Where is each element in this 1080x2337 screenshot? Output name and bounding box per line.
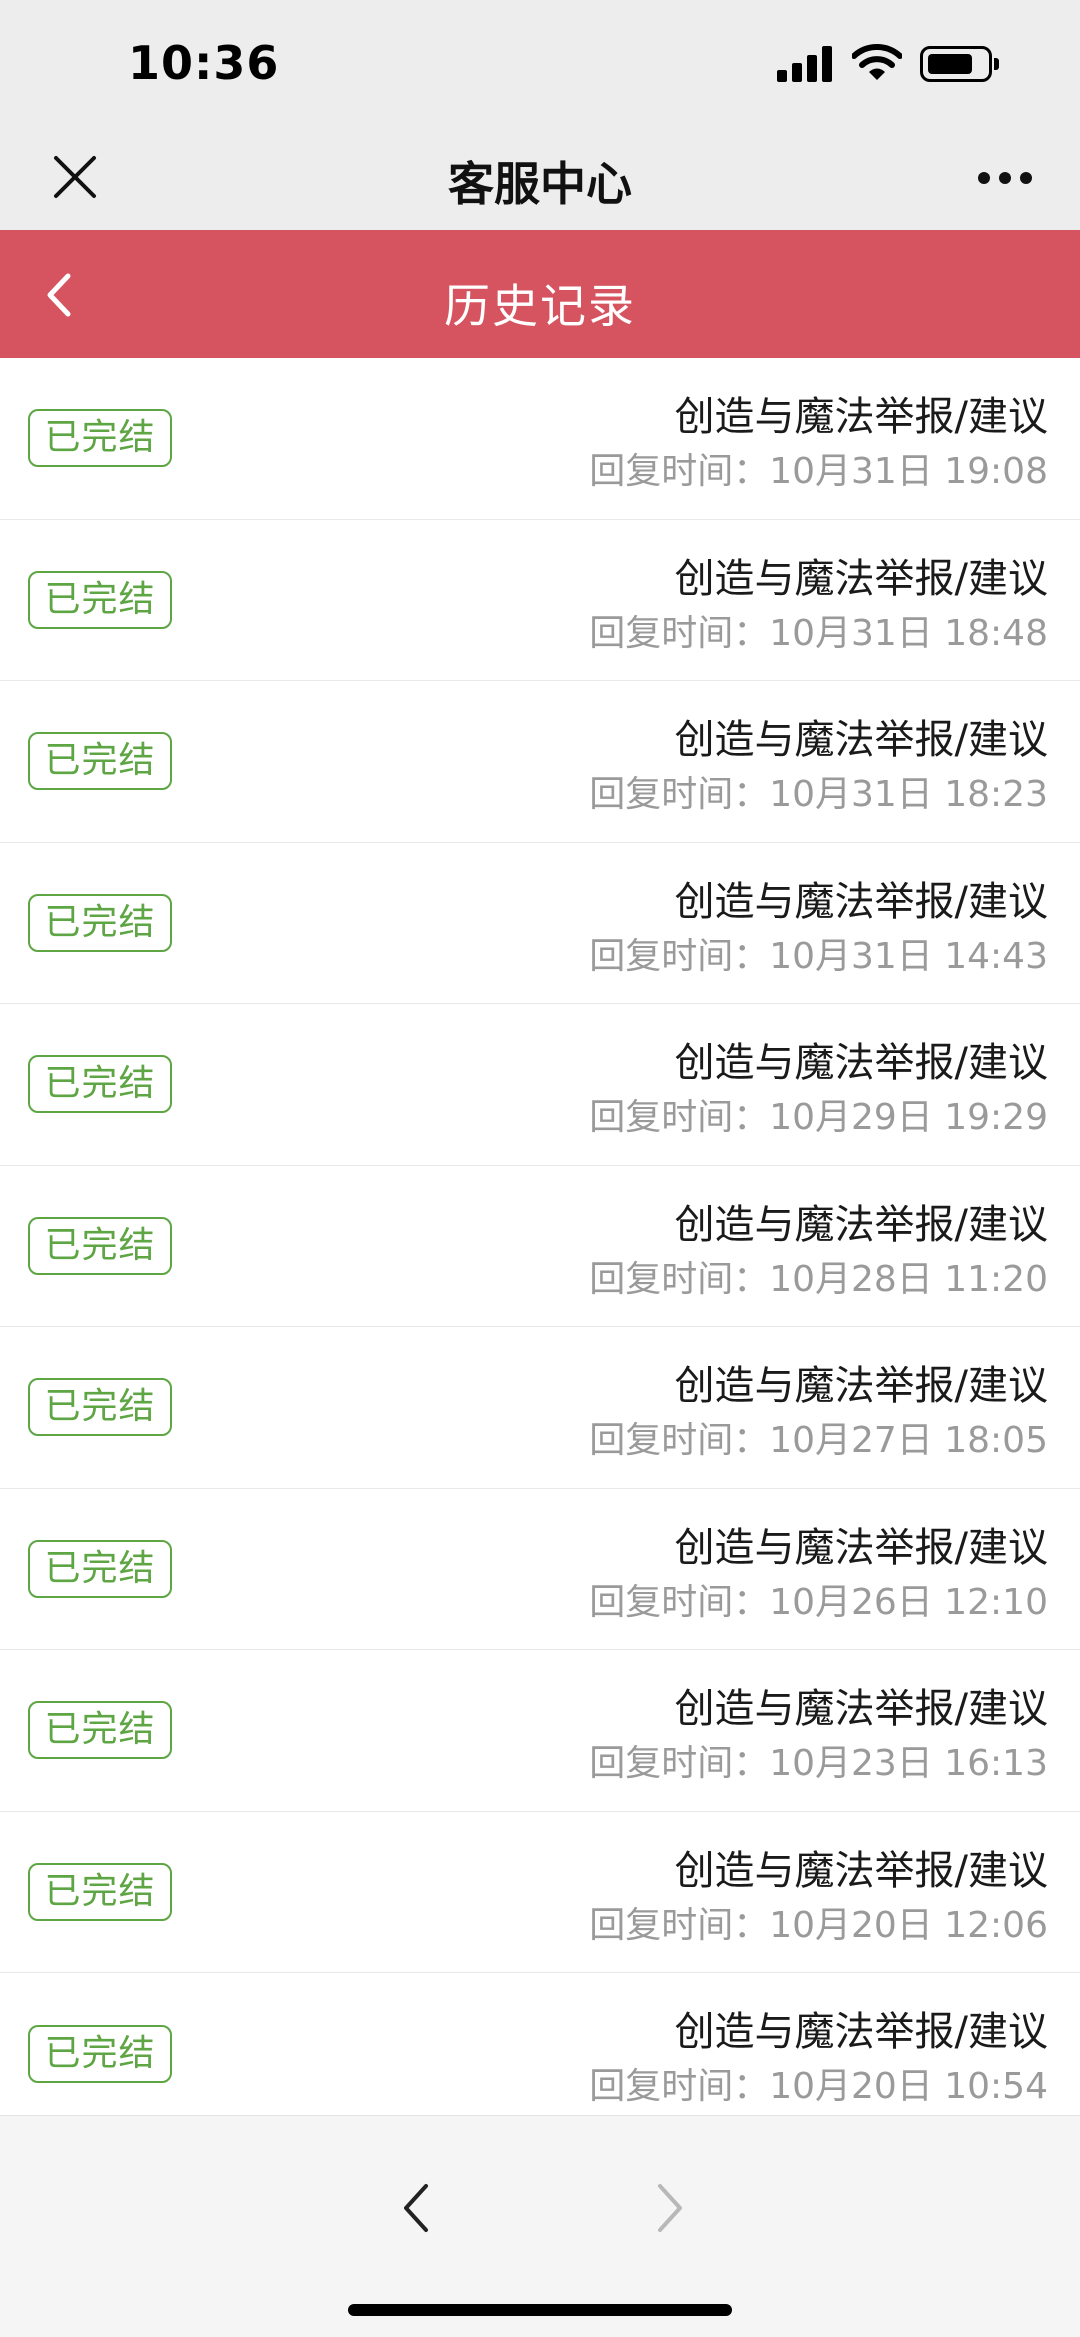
record-title: 创造与魔法举报/建议: [674, 878, 1048, 925]
list-item[interactable]: 已完结 创造与魔法举报/建议 回复时间：10月31日 19:08: [0, 358, 1080, 520]
record-title: 创造与魔法举报/建议: [674, 1847, 1048, 1894]
record-reply-time: 回复时间：10月20日 12:06: [589, 1904, 1048, 1946]
list-item[interactable]: 已完结 创造与魔法举报/建议 回复时间：10月31日 14:43: [0, 842, 1080, 1004]
page-title: 客服中心: [448, 157, 632, 211]
status-badge: 已完结: [28, 893, 172, 952]
screen: 10:36 客服中心 历史记录 已完结 创造与魔法举报/建议 回复时间：10月3…: [0, 0, 1080, 2337]
record-reply-time: 回复时间：10月27日 18:05: [589, 1420, 1048, 1461]
signal-icon: [777, 46, 835, 82]
record-title: 创造与魔法举报/建议: [674, 1040, 1048, 1086]
status-badge: 已完结: [28, 1539, 172, 1598]
list-item[interactable]: 已完结 创造与魔法举报/建议 回复时间：10月27日 18:05: [0, 1327, 1080, 1489]
wifi-icon: [852, 44, 902, 80]
history-title: 历史记录: [444, 279, 636, 333]
status-badge: 已完结: [28, 732, 172, 791]
nav-back-icon[interactable]: [396, 2178, 436, 2238]
home-indicator[interactable]: [348, 2304, 732, 2316]
record-title: 创造与魔法举报/建议: [674, 1363, 1048, 1409]
history-list: 已完结 创造与魔法举报/建议 回复时间：10月31日 19:08 已完结 创造与…: [0, 358, 1080, 2135]
record-reply-time: 回复时间：10月23日 16:13: [589, 1743, 1048, 1784]
status-badge: 已完结: [28, 1378, 172, 1437]
status-badge: 已完结: [28, 570, 172, 629]
status-badge: 已完结: [28, 2024, 172, 2083]
battery-icon: [920, 46, 1000, 82]
history-header-bar: 历史记录: [0, 230, 1080, 358]
record-reply-time: 回复时间：10月31日 19:08: [589, 451, 1048, 492]
header: 客服中心: [0, 128, 1080, 230]
list-item[interactable]: 已完结 创造与魔法举报/建议 回复时间：10月28日 11:20: [0, 1165, 1080, 1327]
status-badge: 已完结: [28, 1055, 172, 1114]
list-item[interactable]: 已完结 创造与魔法举报/建议 回复时间：10月26日 12:10: [0, 1488, 1080, 1650]
record-title: 创造与魔法举报/建议: [674, 2009, 1048, 2055]
list-item[interactable]: 已完结 创造与魔法举报/建议 回复时间：10月20日 10:54: [0, 1973, 1080, 2135]
nav-forward-icon[interactable]: [650, 2178, 690, 2238]
status-bar: 10:36: [0, 0, 1080, 128]
list-item[interactable]: 已完结 创造与魔法举报/建议 回复时间：10月23日 16:13: [0, 1650, 1080, 1812]
record-title: 创造与魔法举报/建议: [674, 1201, 1048, 1248]
list-item[interactable]: 已完结 创造与魔法举报/建议 回复时间：10月20日 12:06: [0, 1811, 1080, 1973]
list-item[interactable]: 已完结 创造与魔法举报/建议 回复时间：10月31日 18:23: [0, 681, 1080, 843]
more-icon[interactable]: [978, 172, 1032, 186]
browser-nav-bar: [0, 2115, 1080, 2337]
status-badge: 已完结: [28, 1216, 172, 1275]
record-title: 创造与魔法举报/建议: [674, 1686, 1048, 1732]
record-reply-time: 回复时间：10月29日 19:29: [589, 1097, 1048, 1138]
list-item[interactable]: 已完结 创造与魔法举报/建议 回复时间：10月29日 19:29: [0, 1004, 1080, 1166]
record-title: 创造与魔法举报/建议: [674, 394, 1048, 440]
status-badge: 已完结: [28, 1701, 172, 1760]
record-reply-time: 回复时间：10月20日 10:54: [589, 2066, 1048, 2107]
status-time: 10:36: [128, 36, 280, 90]
record-reply-time: 回复时间：10月31日 18:23: [589, 774, 1048, 815]
record-title: 创造与魔法举报/建议: [674, 1524, 1048, 1571]
record-reply-time: 回复时间：10月26日 12:10: [589, 1581, 1048, 1623]
status-badge: 已完结: [28, 1862, 172, 1921]
record-title: 创造与魔法举报/建议: [674, 717, 1048, 763]
status-badge: 已完结: [28, 409, 172, 468]
list-item[interactable]: 已完结 创造与魔法举报/建议 回复时间：10月31日 18:48: [0, 519, 1080, 681]
record-title: 创造与魔法举报/建议: [674, 555, 1048, 602]
record-reply-time: 回复时间：10月28日 11:20: [589, 1258, 1048, 1300]
record-reply-time: 回复时间：10月31日 14:43: [589, 935, 1048, 977]
record-reply-time: 回复时间：10月31日 18:48: [589, 612, 1048, 654]
